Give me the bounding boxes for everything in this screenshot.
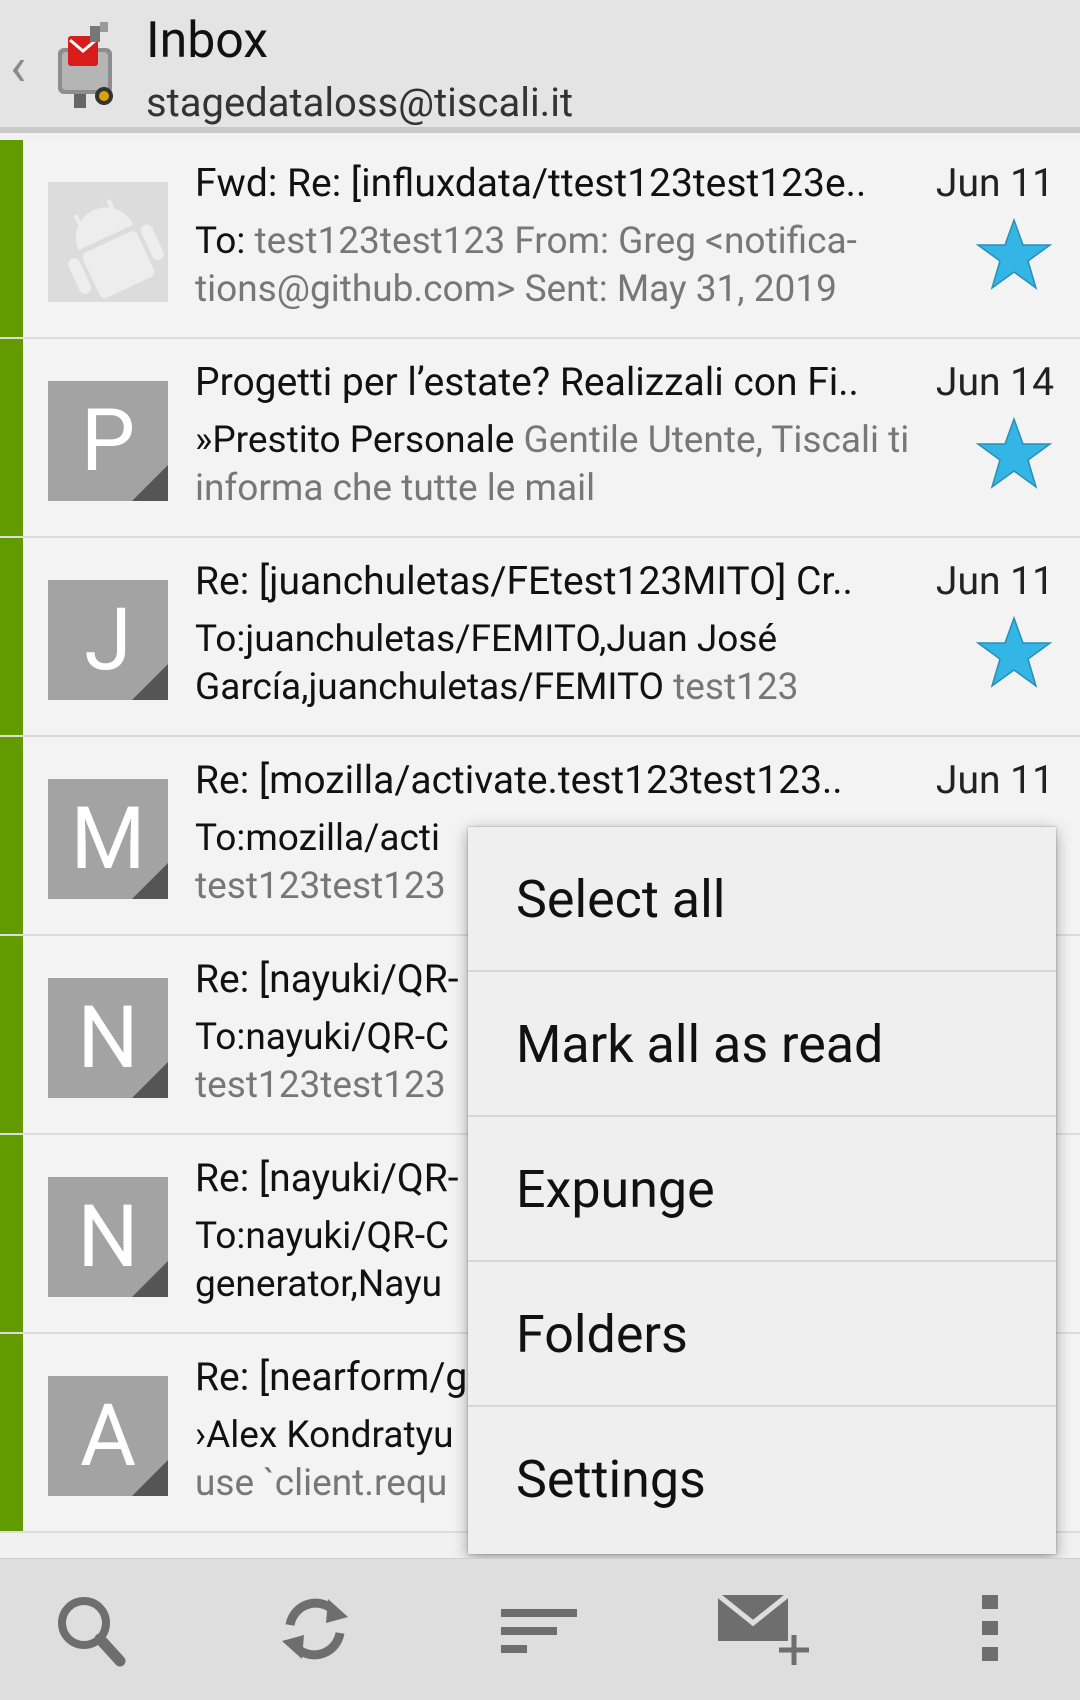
unread-indicator [0, 1334, 23, 1531]
message-date: Jun 11 [935, 757, 1054, 803]
message-preview: To:nayuki/QR-C generator,Nayu [195, 1213, 465, 1309]
message-date: Jun 14 [935, 359, 1054, 405]
message-subject: Progetti per l’estate? Realizzali con Fi… [195, 359, 859, 405]
message-preview: To:juanchuletas/FEMITO,Juan José García,… [195, 616, 955, 712]
back-chevron-icon[interactable]: ‹ [10, 38, 26, 98]
unread-indicator [0, 1135, 23, 1332]
unread-indicator [0, 538, 23, 735]
message-subject: Re: [juanchuletas/FEtest123MITO] Cr.. [195, 558, 853, 604]
message-date: Jun 11 [935, 558, 1054, 604]
message-from: To: [195, 220, 255, 263]
avatar-letter: J [84, 589, 132, 690]
avatar-corner [132, 664, 168, 700]
compose-icon[interactable] [716, 1589, 816, 1669]
avatar-letter: N [77, 1186, 139, 1287]
account-email: stagedataloss@tiscali.it [146, 79, 574, 126]
message-preview: »Prestito Personale Gentile Utente, Tisc… [195, 417, 955, 513]
contact-avatar[interactable]: N [48, 1177, 168, 1297]
contact-avatar[interactable]: P [48, 381, 168, 501]
message-from: »Prestito Personale [195, 419, 524, 462]
star-icon[interactable] [976, 417, 1052, 489]
overflow-menu: Select all Mark all as read Expunge Fold… [468, 827, 1056, 1554]
message-snippet: test123test123 From: Greg <notifica-tion… [195, 220, 857, 311]
menu-item-select-all[interactable]: Select all [468, 827, 1056, 972]
avatar-corner [132, 1460, 168, 1496]
unread-indicator [0, 936, 23, 1133]
unread-indicator [0, 737, 23, 934]
menu-item-settings[interactable]: Settings [468, 1407, 1056, 1552]
avatar-corner [132, 1062, 168, 1098]
overflow-menu-icon[interactable] [960, 1589, 1020, 1669]
avatar-letter: N [77, 987, 139, 1088]
unread-indicator [0, 140, 23, 337]
contact-avatar[interactable]: A [48, 1376, 168, 1496]
message-snippet: test123test123 [195, 865, 446, 908]
contact-avatar[interactable] [48, 182, 168, 302]
message-row[interactable]: J Re: [juanchuletas/FEtest123MITO] Cr.. … [0, 538, 1080, 737]
star-icon[interactable] [976, 616, 1052, 688]
message-from: To:nayuki/QR-C generator,Nayu [195, 1215, 450, 1306]
message-date: Jun 11 [935, 160, 1054, 206]
avatar-corner [132, 1261, 168, 1297]
message-from: To:nayuki/QR-C [195, 1016, 450, 1059]
message-from: ›Alex Kondratyu [195, 1414, 454, 1457]
page-title: Inbox [146, 12, 269, 70]
contact-avatar[interactable]: N [48, 978, 168, 1098]
message-snippet: test123 [673, 666, 799, 709]
message-subject: Fwd: Re: [influxdata/ttest123test123e.. [195, 160, 867, 206]
android-placeholder-icon [48, 182, 168, 302]
avatar-letter: A [79, 1385, 137, 1486]
star-icon[interactable] [976, 218, 1052, 290]
contact-avatar[interactable]: J [48, 580, 168, 700]
app-logo-icon[interactable] [44, 18, 124, 110]
sort-icon[interactable] [495, 1589, 585, 1669]
message-row[interactable]: P Progetti per l’estate? Realizzali con … [0, 339, 1080, 538]
menu-item-expunge[interactable]: Expunge [468, 1117, 1056, 1262]
avatar-letter: P [80, 390, 136, 491]
avatar-corner [132, 863, 168, 899]
unread-indicator [0, 339, 23, 536]
message-row[interactable]: Fwd: Re: [influxdata/ttest123test123e.. … [0, 140, 1080, 339]
message-from: To:mozilla/acti [195, 817, 440, 860]
avatar-corner [132, 465, 168, 501]
menu-item-folders[interactable]: Folders [468, 1262, 1056, 1407]
action-bar: ‹ Inbox stagedataloss@tiscali.it [0, 0, 1080, 133]
search-icon[interactable] [46, 1589, 136, 1669]
contact-avatar[interactable]: M [48, 779, 168, 899]
menu-item-mark-all-read[interactable]: Mark all as read [468, 972, 1056, 1117]
message-subject: Re: [mozilla/activate.test123test123.. [195, 757, 843, 803]
message-snippet: use `client.requ [195, 1462, 448, 1505]
message-snippet: test123test123 [195, 1064, 446, 1107]
message-preview: To: test123test123 From: Greg <notifica-… [195, 218, 955, 314]
refresh-icon[interactable] [270, 1589, 360, 1669]
bottom-action-bar [0, 1558, 1080, 1700]
